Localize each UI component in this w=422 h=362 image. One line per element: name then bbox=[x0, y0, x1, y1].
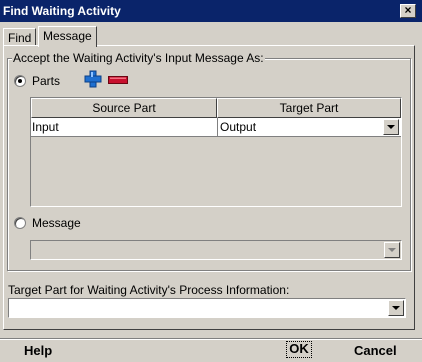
tab-message[interactable]: Message bbox=[38, 26, 97, 47]
process-info-combo[interactable] bbox=[8, 298, 406, 318]
column-header-target-part[interactable]: Target Part bbox=[217, 98, 401, 118]
window-title: Find Waiting Activity bbox=[3, 4, 121, 18]
title-bar: Find Waiting Activity × bbox=[0, 0, 422, 22]
parts-label: Parts bbox=[32, 74, 61, 88]
parts-table: Source Part Target Part Input Output bbox=[30, 97, 402, 207]
column-header-source-part[interactable]: Source Part bbox=[31, 98, 217, 118]
tab-find[interactable]: Find bbox=[3, 28, 37, 45]
ok-button[interactable]: OK bbox=[286, 341, 312, 358]
chevron-down-icon bbox=[388, 248, 396, 252]
help-button[interactable]: Help bbox=[24, 343, 52, 358]
input-message-group-label: Accept the Waiting Activity's Input Mess… bbox=[12, 51, 265, 65]
message-dropdown-button[interactable] bbox=[384, 242, 400, 258]
radio-selected-dot bbox=[18, 79, 22, 83]
chevron-down-icon bbox=[392, 306, 400, 310]
chevron-down-icon bbox=[387, 125, 395, 129]
target-part-dropdown-button[interactable] bbox=[383, 119, 399, 135]
cell-divider bbox=[217, 118, 218, 137]
parts-radio[interactable] bbox=[14, 75, 26, 87]
source-part-cell[interactable]: Input bbox=[32, 120, 59, 134]
message-label: Message bbox=[32, 216, 81, 230]
close-icon[interactable]: × bbox=[400, 4, 416, 18]
tab-message-label: Message bbox=[43, 29, 92, 43]
minus-icon[interactable] bbox=[108, 76, 128, 84]
plus-icon[interactable] bbox=[84, 70, 102, 88]
process-info-label: Target Part for Waiting Activity's Proce… bbox=[8, 283, 290, 297]
message-radio[interactable] bbox=[14, 217, 26, 229]
table-row[interactable]: Input Output bbox=[31, 118, 401, 137]
tab-find-label: Find bbox=[8, 31, 32, 45]
cancel-button[interactable]: Cancel bbox=[354, 343, 397, 358]
target-part-cell[interactable]: Output bbox=[220, 120, 256, 134]
message-combo[interactable] bbox=[30, 240, 402, 260]
process-info-dropdown-button[interactable] bbox=[388, 300, 404, 316]
